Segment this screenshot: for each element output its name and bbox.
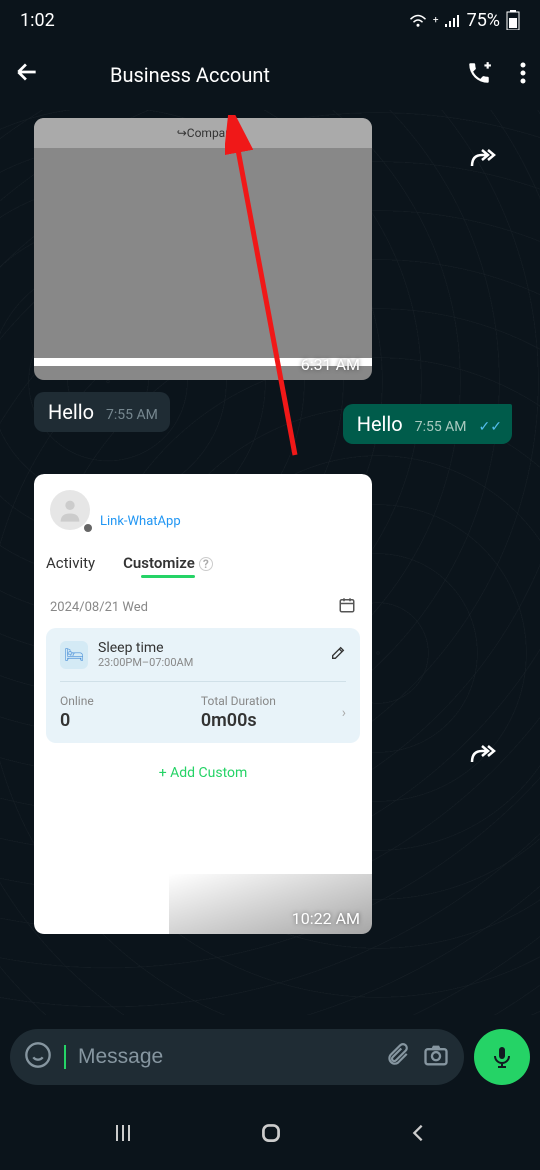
incoming-text-message[interactable]: Hello 7:55 AM bbox=[34, 392, 170, 432]
sleep-title: Sleep time bbox=[98, 640, 320, 656]
signal-plus-icon: + bbox=[433, 15, 439, 26]
message-text: Hello bbox=[48, 400, 94, 424]
camera-button[interactable] bbox=[422, 1041, 450, 1073]
back-button[interactable] bbox=[14, 59, 40, 92]
signal-icon bbox=[445, 13, 461, 27]
battery-icon bbox=[506, 10, 520, 30]
avatar bbox=[50, 490, 90, 530]
sleep-range: 23:00PM–07:00AM bbox=[98, 656, 320, 669]
read-ticks-icon: ✓✓ bbox=[479, 419, 502, 435]
bed-icon: 🛏 bbox=[60, 641, 88, 669]
forward-button[interactable] bbox=[468, 148, 496, 174]
add-call-button[interactable] bbox=[466, 60, 492, 90]
status-bar: 1:02 + 75% bbox=[0, 0, 540, 40]
media-caption: ↪ Compar bbox=[34, 118, 372, 148]
status-icons: + 75% bbox=[409, 10, 520, 31]
sleep-time-card[interactable]: 🛏 Sleep time 23:00PM–07:00AM bbox=[46, 628, 360, 743]
online-label: Online bbox=[60, 694, 201, 708]
message-timestamp: 7:55 AM bbox=[106, 407, 158, 423]
calendar-button[interactable] bbox=[338, 596, 356, 618]
chat-area: ↪ Compar 6:31 AM Hello 7:55 AM Hello 7:5… bbox=[0, 110, 540, 1015]
link-label[interactable]: Link-WhatApp bbox=[100, 514, 181, 529]
edit-button[interactable] bbox=[330, 645, 346, 665]
tab-customize[interactable]: Customize? bbox=[123, 554, 213, 572]
duration-value: 0m00s bbox=[201, 710, 342, 731]
date-label: 2024/08/21 Wed bbox=[50, 600, 148, 615]
message-input[interactable] bbox=[78, 1045, 372, 1069]
message-timestamp: 10:22 AM bbox=[292, 909, 360, 928]
message-text: Hello bbox=[357, 412, 403, 436]
emoji-button[interactable] bbox=[24, 1041, 52, 1073]
back-nav-button[interactable] bbox=[407, 1122, 429, 1148]
message-timestamp: 7:55 AM bbox=[415, 419, 467, 435]
outgoing-text-message[interactable]: Hello 7:55 AM ✓✓ bbox=[343, 404, 512, 444]
incoming-activity-card[interactable]: Link-WhatApp Activity Customize? 2024/08… bbox=[34, 474, 372, 934]
chat-header: Business Account bbox=[0, 40, 540, 110]
text-cursor bbox=[64, 1045, 66, 1069]
clock: 1:02 bbox=[20, 10, 55, 31]
incoming-media-message[interactable]: ↪ Compar 6:31 AM bbox=[34, 118, 372, 380]
wifi-icon bbox=[409, 13, 427, 27]
message-timestamp: 6:31 AM bbox=[301, 355, 360, 374]
message-input-bar bbox=[10, 1029, 530, 1085]
duration-label: Total Duration bbox=[201, 694, 342, 708]
home-button[interactable] bbox=[258, 1120, 284, 1150]
recents-button[interactable] bbox=[111, 1121, 135, 1149]
divider bbox=[60, 681, 346, 682]
forward-button[interactable] bbox=[468, 744, 496, 770]
chat-title[interactable]: Business Account bbox=[60, 63, 446, 87]
menu-button[interactable] bbox=[520, 62, 526, 88]
online-value: 0 bbox=[60, 710, 201, 731]
android-nav-bar bbox=[0, 1100, 540, 1170]
battery-percent: 75% bbox=[467, 10, 500, 31]
voice-message-button[interactable] bbox=[474, 1029, 530, 1085]
help-icon[interactable]: ? bbox=[199, 557, 213, 571]
tab-activity[interactable]: Activity bbox=[46, 554, 95, 572]
status-dot-icon bbox=[84, 524, 92, 532]
attach-button[interactable] bbox=[384, 1042, 410, 1072]
chevron-right-icon[interactable]: › bbox=[342, 705, 346, 721]
add-custom-button[interactable]: + Add Custom bbox=[46, 765, 360, 781]
